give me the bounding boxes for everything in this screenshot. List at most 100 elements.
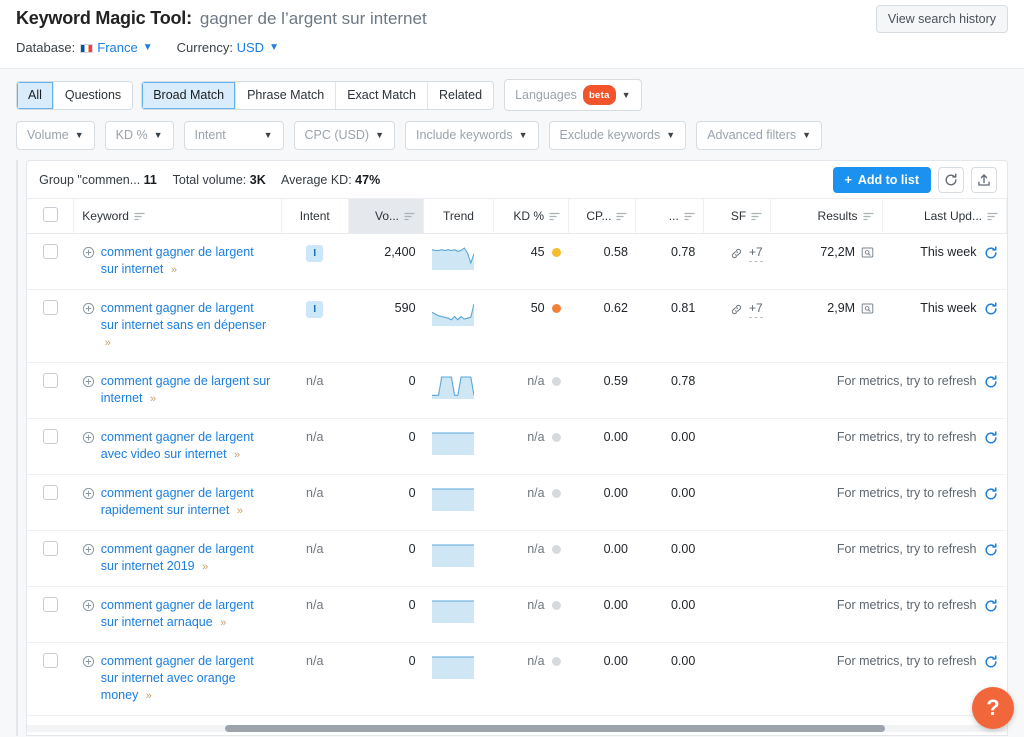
table-hscrollbar-thumb[interactable] bbox=[225, 725, 886, 732]
tab-phrase-match[interactable]: Phrase Match bbox=[236, 81, 337, 109]
chevron-down-icon[interactable]: ▼ bbox=[143, 42, 153, 53]
expand-keyword-icon[interactable] bbox=[82, 246, 95, 259]
row-checkbox[interactable] bbox=[42, 541, 58, 556]
sidebar-item-comment[interactable]: ❯comment11 bbox=[17, 254, 18, 293]
row-refresh-button[interactable] bbox=[984, 598, 998, 613]
table-row[interactable]: comment gagner de largent sur internet a… bbox=[27, 586, 1007, 643]
keyword-link[interactable]: comment gagner de largent sur internet » bbox=[101, 244, 273, 279]
tab-exact-match[interactable]: Exact Match bbox=[336, 81, 428, 109]
keyword-link[interactable]: comment gagner de largent rapidement sur… bbox=[101, 485, 273, 520]
serp-icon[interactable] bbox=[861, 302, 874, 315]
expand-keyword-icon[interactable] bbox=[82, 375, 95, 388]
sort-icon[interactable] bbox=[404, 212, 415, 221]
table-row[interactable]: comment gagner de largent avec video sur… bbox=[27, 418, 1007, 475]
serp-icon[interactable] bbox=[861, 246, 874, 259]
advanced-filters[interactable]: Advanced filters ▼ bbox=[696, 121, 823, 150]
column-header-com[interactable]: ... bbox=[635, 199, 704, 234]
chevron-down-icon[interactable]: ▼ bbox=[269, 42, 279, 53]
keyword-expand-chevrons-icon[interactable]: » bbox=[237, 505, 243, 517]
languages-dropdown[interactable]: Languages beta ▼ bbox=[504, 79, 642, 111]
expand-keyword-icon[interactable] bbox=[82, 655, 95, 668]
help-button[interactable]: ? bbox=[972, 687, 1014, 729]
table-row[interactable]: comment gagner de largent sur internet 2… bbox=[27, 530, 1007, 587]
sort-icon[interactable] bbox=[134, 212, 145, 221]
sidebar-item-2021[interactable]: ❯20211 bbox=[17, 722, 18, 736]
column-header-cpc[interactable]: CP... bbox=[568, 199, 637, 234]
sidebar-item-vrai[interactable]: ❯vrai2 bbox=[17, 644, 18, 683]
row-checkbox[interactable] bbox=[42, 485, 58, 500]
sidebar-item-gratuit[interactable]: ❯gratuit3 bbox=[17, 332, 18, 371]
cpc-filter[interactable]: CPC (USD) ▼ bbox=[293, 121, 396, 150]
row-checkbox[interactable] bbox=[42, 597, 58, 612]
sidebar-item-all-keywords[interactable]: All keywords61 bbox=[17, 215, 18, 254]
sidebar-item-2019[interactable]: ❯20193 bbox=[17, 293, 18, 332]
currency-value[interactable]: USD bbox=[237, 40, 264, 55]
exclude-keywords-filter[interactable]: Exclude keywords ▼ bbox=[548, 121, 687, 150]
keyword-link[interactable]: comment gagner de largent sur internet a… bbox=[101, 653, 273, 705]
expand-keyword-icon[interactable] bbox=[82, 302, 95, 315]
add-to-list-button[interactable]: + Add to list bbox=[832, 166, 931, 193]
column-header-intent[interactable]: Intent bbox=[281, 199, 349, 234]
tab-all[interactable]: All bbox=[17, 81, 54, 109]
tab-broad-match[interactable]: Broad Match bbox=[142, 81, 237, 109]
row-checkbox[interactable] bbox=[42, 244, 58, 259]
expand-keyword-icon[interactable] bbox=[82, 431, 95, 444]
keyword-expand-chevrons-icon[interactable]: » bbox=[105, 337, 111, 349]
keyword-link[interactable]: comment gagner de largent avec video sur… bbox=[101, 429, 273, 464]
column-header-results[interactable]: Results bbox=[770, 199, 883, 234]
expand-keyword-icon[interactable] bbox=[82, 599, 95, 612]
intent-filter[interactable]: Intent ▼ bbox=[183, 121, 284, 150]
serp-link[interactable] bbox=[861, 246, 874, 259]
sidebar-item-travail[interactable]: ❯travail3 bbox=[17, 410, 18, 449]
table-row[interactable]: comment gagner de largent rapidement sur… bbox=[27, 474, 1007, 531]
sort-icon[interactable] bbox=[616, 212, 628, 221]
column-header-keyword[interactable]: Keyword bbox=[73, 199, 282, 234]
row-refresh-button[interactable] bbox=[984, 374, 998, 389]
expand-keyword-icon[interactable] bbox=[82, 487, 95, 500]
sort-icon[interactable] bbox=[987, 212, 998, 221]
keyword-expand-chevrons-icon[interactable]: » bbox=[150, 393, 156, 405]
volume-filter[interactable]: Volume ▼ bbox=[16, 121, 95, 150]
database-value[interactable]: France bbox=[97, 40, 137, 55]
keyword-link[interactable]: comment gagner de largent sur internet 2… bbox=[101, 541, 273, 576]
column-header-lastupd[interactable]: Last Upd... bbox=[882, 199, 1007, 234]
keyword-expand-chevrons-icon[interactable]: » bbox=[171, 264, 177, 276]
keyword-link[interactable]: comment gagne de largent sur internet » bbox=[101, 373, 273, 408]
sidebar-item-rapide[interactable]: ❯rapide3 bbox=[17, 371, 18, 410]
sort-icon[interactable] bbox=[549, 212, 560, 221]
column-header-trend[interactable]: Trend bbox=[423, 199, 494, 234]
table-row[interactable]: comment gagne de largent sur internet » n… bbox=[27, 362, 1007, 419]
table-row[interactable]: comment gagner de largent sur internet »… bbox=[27, 233, 1007, 290]
keyword-link[interactable]: comment gagner de largent sur internet s… bbox=[101, 300, 273, 352]
keyword-link[interactable]: comment gagner de largent sur internet a… bbox=[101, 597, 273, 632]
refresh-button[interactable] bbox=[937, 166, 964, 193]
sidebar-item-meilleur[interactable]: ❯meilleur2 bbox=[17, 527, 18, 566]
row-refresh-button[interactable] bbox=[984, 430, 998, 445]
row-refresh-button[interactable] bbox=[984, 542, 998, 557]
sidebar-item-peut[interactable]: ❯peut2 bbox=[17, 566, 18, 605]
intent-badge[interactable]: I bbox=[306, 301, 324, 318]
row-refresh-button[interactable] bbox=[984, 654, 998, 669]
view-search-history-button[interactable]: View search history bbox=[875, 5, 1008, 33]
sort-icon[interactable] bbox=[751, 212, 762, 221]
tab-related[interactable]: Related bbox=[427, 81, 494, 109]
keyword-expand-chevrons-icon[interactable]: » bbox=[202, 561, 208, 573]
intent-badge[interactable]: I bbox=[306, 245, 324, 262]
row-refresh-button[interactable] bbox=[984, 301, 998, 316]
sidebar-item-2020[interactable]: ❯20201 bbox=[17, 683, 18, 722]
export-button[interactable] bbox=[970, 166, 997, 193]
select-all-checkbox[interactable] bbox=[42, 207, 58, 222]
column-header-volume[interactable]: Vo... bbox=[348, 199, 425, 234]
sf-count[interactable]: +7 bbox=[748, 300, 763, 318]
serp-link[interactable] bbox=[861, 302, 874, 315]
expand-keyword-icon[interactable] bbox=[82, 543, 95, 556]
kd-filter[interactable]: KD % ▼ bbox=[104, 121, 174, 150]
table-row[interactable]: comment gagner de largent sur internet a… bbox=[27, 642, 1007, 716]
keyword-expand-chevrons-icon[interactable]: » bbox=[220, 617, 226, 629]
tab-questions[interactable]: Questions bbox=[53, 81, 133, 109]
include-keywords-filter[interactable]: Include keywords ▼ bbox=[405, 121, 539, 150]
row-checkbox[interactable] bbox=[42, 300, 58, 315]
sidebar-item-facile[interactable]: ❯facile2 bbox=[17, 449, 18, 488]
keyword-expand-chevrons-icon[interactable]: » bbox=[146, 690, 152, 702]
keyword-expand-chevrons-icon[interactable]: » bbox=[234, 449, 240, 461]
